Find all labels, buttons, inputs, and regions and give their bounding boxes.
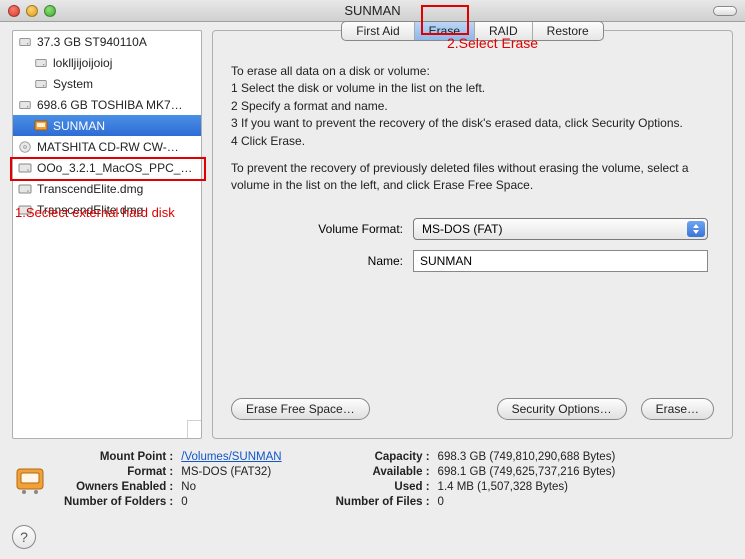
select-arrows-icon (687, 221, 705, 237)
usb-icon (33, 118, 49, 134)
content-panel: First AidEraseRAIDRestore 2.Select Erase… (212, 30, 733, 439)
mount-point-label: Mount Point : (100, 451, 173, 463)
window-title: SUNMAN (0, 3, 745, 18)
format-label: Format : (127, 466, 173, 478)
sidebar-item-label: 37.3 GB ST940110A (37, 35, 147, 49)
sidebar-item[interactable]: 37.3 GB ST940110A (13, 31, 201, 52)
capacity-value: 698.3 GB (749,810,290,688 Bytes) (438, 451, 622, 464)
mount-point-link[interactable]: /Volumes/SUNMAN (181, 451, 281, 463)
titlebar: SUNMAN (0, 0, 745, 22)
minimize-icon[interactable] (26, 5, 38, 17)
sidebar-item[interactable]: SUNMAN (13, 115, 201, 136)
tab-bar: First AidEraseRAIDRestore (341, 21, 603, 41)
sidebar-item[interactable]: TranscendElite.dmg (13, 199, 201, 220)
available-value: 698.1 GB (749,625,737,216 Bytes) (438, 466, 622, 479)
num-folders-label: Number of Folders : (64, 496, 173, 508)
tab-first-aid[interactable]: First Aid (342, 22, 414, 40)
window-traffic-lights (8, 5, 56, 17)
disk-sidebar: 37.3 GB ST940110A loklljijoijoioj System 69… (12, 30, 202, 439)
erase-free-space-button[interactable]: Erase Free Space… (231, 398, 370, 420)
instructions-step3: 3 If you want to prevent the recovery of… (231, 115, 714, 132)
security-options-button[interactable]: Security Options… (497, 398, 627, 420)
sidebar-item[interactable]: TranscendElite.dmg (13, 178, 201, 199)
num-files-value: 0 (438, 496, 622, 509)
drive-icon (33, 55, 49, 71)
volume-format-value: MS-DOS (FAT) (422, 222, 502, 236)
dmg-icon (17, 181, 33, 197)
sidebar-item-label: 698.6 GB TOSHIBA MK7… (37, 98, 183, 112)
sidebar-item-label: TranscendElite.dmg (37, 182, 143, 196)
dmg-icon (17, 160, 33, 176)
tab-restore[interactable]: Restore (533, 22, 603, 40)
drive-icon (33, 76, 49, 92)
sidebar-item[interactable]: System (13, 73, 201, 94)
volume-format-label: Volume Format: (213, 222, 413, 236)
owners-enabled-label: Owners Enabled : (76, 481, 173, 493)
used-label: Used : (394, 481, 429, 493)
instructions-note: To prevent the recovery of previously de… (231, 160, 714, 195)
erase-button[interactable]: Erase… (641, 398, 714, 420)
sidebar-item-label: MATSHITA CD-RW CW-… (37, 140, 179, 154)
zoom-icon[interactable] (44, 5, 56, 17)
dmg-icon (17, 202, 33, 218)
name-label: Name: (213, 254, 413, 268)
sidebar-item[interactable]: loklljijoijoioj (13, 52, 201, 73)
footer-right-table: Capacity : 698.3 GB (749,810,290,688 Byt… (334, 449, 624, 511)
footer-left-table: Mount Point : /Volumes/SUNMAN Format : M… (62, 449, 290, 511)
scrollbar-stub[interactable] (187, 420, 201, 438)
sidebar-item-label: TranscendElite.dmg (37, 203, 143, 217)
cd-icon (17, 139, 33, 155)
close-icon[interactable] (8, 5, 20, 17)
sidebar-item[interactable]: OOo_3.2.1_MacOS_PPC_… (13, 157, 201, 178)
sidebar-item-label: loklljijoijoioj (53, 56, 112, 70)
sidebar-item-label: SUNMAN (53, 119, 105, 133)
tab-erase[interactable]: Erase (415, 22, 475, 40)
available-label: Available : (372, 466, 429, 478)
format-value: MS-DOS (FAT32) (181, 466, 287, 479)
num-files-label: Number of Files : (336, 496, 430, 508)
used-value: 1.4 MB (1,507,328 Bytes) (438, 481, 622, 494)
sidebar-item-label: System (53, 77, 93, 91)
instructions-intro: To erase all data on a disk or volume: (231, 63, 714, 80)
tab-raid[interactable]: RAID (475, 22, 533, 40)
drive-icon (17, 97, 33, 113)
sidebar-item[interactable]: 698.6 GB TOSHIBA MK7… (13, 94, 201, 115)
help-button[interactable]: ? (12, 525, 36, 549)
usb-drive-icon (12, 462, 48, 498)
instructions-step1: 1 Select the disk or volume in the list … (231, 80, 714, 97)
sidebar-item-label: OOo_3.2.1_MacOS_PPC_… (37, 161, 192, 175)
capacity-label: Capacity : (375, 451, 430, 463)
volume-format-select[interactable]: MS-DOS (FAT) (413, 218, 708, 240)
num-folders-value: 0 (181, 496, 287, 509)
instructions-step2: 2 Specify a format and name. (231, 98, 714, 115)
toolbar-toggle-lozenge[interactable] (713, 6, 737, 16)
sidebar-item[interactable]: MATSHITA CD-RW CW-… (13, 136, 201, 157)
drive-icon (17, 34, 33, 50)
owners-enabled-value: No (181, 481, 287, 494)
instructions-step4: 4 Click Erase. (231, 133, 714, 150)
name-input[interactable] (413, 250, 708, 272)
